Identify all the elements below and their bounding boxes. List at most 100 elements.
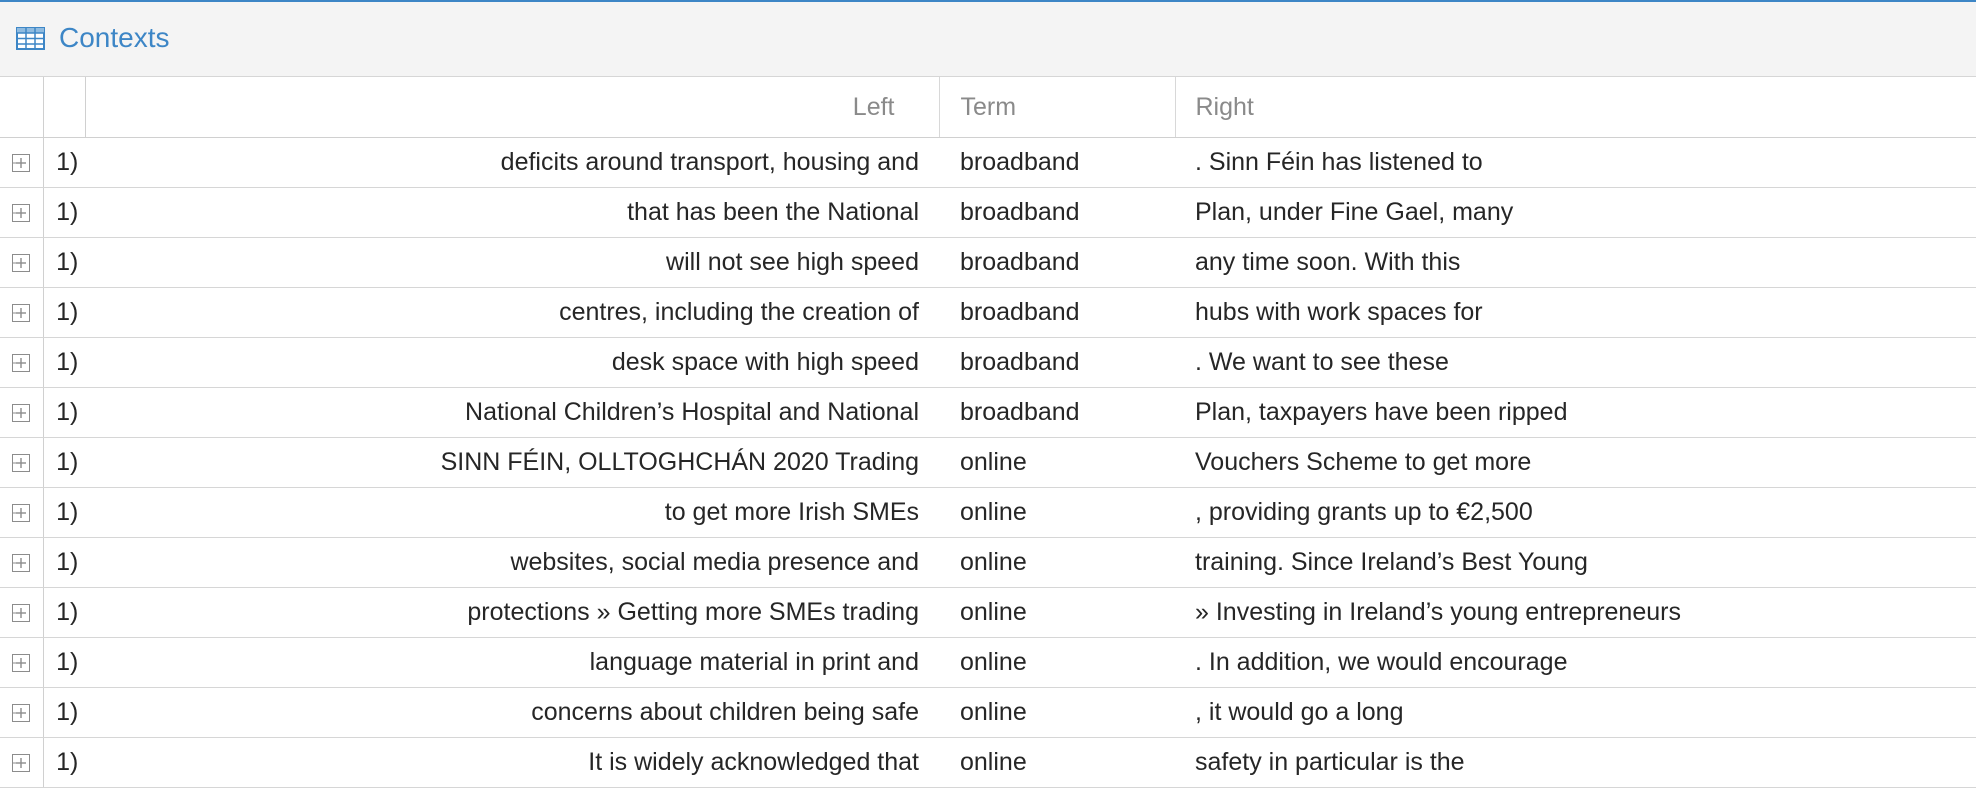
row-expand-cell[interactable]: [0, 537, 44, 588]
table-row[interactable]: 1) to get more Irish SMEs online, providin…: [0, 487, 1976, 538]
row-number: 1): [43, 337, 85, 388]
right-context: , providing grants up to €2,500: [1175, 487, 1976, 538]
right-context: training. Since Ireland’s Best Young: [1175, 537, 1976, 588]
contexts-panel: Contexts Left Term Right 1) deficits arou…: [0, 0, 1976, 790]
expand-icon[interactable]: [12, 554, 31, 573]
column-header-term[interactable]: Term: [939, 77, 1176, 138]
right-context: any time soon. With this: [1175, 237, 1976, 288]
table-row[interactable]: 1) websites, social media presence and onl…: [0, 537, 1976, 588]
row-expand-cell[interactable]: [0, 337, 44, 388]
row-number: 1): [43, 687, 85, 738]
left-context: will not see high speed: [85, 237, 939, 288]
column-header-left[interactable]: Left: [85, 77, 940, 138]
term-cell: online: [939, 687, 1175, 738]
row-expand-cell[interactable]: [0, 187, 44, 238]
left-context: National Children’s Hospital and Nationa…: [85, 387, 939, 438]
expand-icon[interactable]: [12, 354, 31, 373]
row-number: 1): [43, 637, 85, 688]
right-context: safety in particular is the: [1175, 737, 1976, 788]
expand-icon[interactable]: [12, 204, 31, 223]
left-context: language material in print and: [85, 637, 939, 688]
term-cell: online: [939, 587, 1175, 638]
right-context: Vouchers Scheme to get more: [1175, 437, 1976, 488]
term-cell: broadband: [939, 387, 1175, 438]
table-row[interactable]: 1) concerns about children being safe onli…: [0, 687, 1976, 738]
row-expand-cell[interactable]: [0, 587, 44, 638]
table-icon: [16, 27, 45, 50]
table-row[interactable]: 1) centres, including the creation of broa…: [0, 287, 1976, 338]
right-context: . Sinn Féin has listened to: [1175, 137, 1976, 188]
left-context: desk space with high speed: [85, 337, 939, 388]
term-cell: online: [939, 737, 1175, 788]
expand-icon[interactable]: [12, 154, 31, 173]
left-context: SINN FÉIN, OLLTOGHCHÁN 2020 Trading: [85, 437, 939, 488]
row-number: 1): [43, 437, 85, 488]
term-cell: broadband: [939, 187, 1175, 238]
left-context: It is widely acknowledged that: [85, 737, 939, 788]
row-expand-cell[interactable]: [0, 487, 44, 538]
row-number: 1): [43, 237, 85, 288]
row-number: 1): [43, 287, 85, 338]
left-context: deficits around transport, housing and: [85, 137, 939, 188]
row-expand-cell[interactable]: [0, 737, 44, 788]
panel-header: Contexts: [0, 2, 1976, 77]
term-cell: online: [939, 637, 1175, 688]
contexts-table: Left Term Right 1) deficits around transp…: [0, 77, 1976, 788]
row-number: 1): [43, 537, 85, 588]
row-number: 1): [43, 737, 85, 788]
expand-icon[interactable]: [12, 454, 31, 473]
term-cell: online: [939, 437, 1175, 488]
panel-title: Contexts: [59, 22, 170, 53]
expand-icon[interactable]: [12, 304, 31, 323]
column-header-right[interactable]: Right: [1175, 77, 1976, 138]
row-expand-cell[interactable]: [0, 387, 44, 438]
row-number: 1): [43, 137, 85, 188]
term-cell: broadband: [939, 337, 1175, 388]
row-expand-cell[interactable]: [0, 137, 44, 188]
row-number: 1): [43, 187, 85, 238]
table-row[interactable]: 1) will not see high speed broadband any ti…: [0, 237, 1976, 288]
left-context: concerns about children being safe: [85, 687, 939, 738]
row-number: 1): [43, 587, 85, 638]
right-context: . In addition, we would encourage: [1175, 637, 1976, 688]
row-expand-cell[interactable]: [0, 437, 44, 488]
right-context: Plan, under Fine Gael, many: [1175, 187, 1976, 238]
left-context: that has been the National: [85, 187, 939, 238]
column-header-number: [43, 77, 86, 138]
right-context: . We want to see these: [1175, 337, 1976, 388]
term-cell: online: [939, 537, 1175, 588]
column-header-expand: [0, 77, 44, 138]
expand-icon[interactable]: [12, 604, 31, 623]
table-row[interactable]: 1) language material in print and online. …: [0, 637, 1976, 688]
expand-icon[interactable]: [12, 254, 31, 273]
row-expand-cell[interactable]: [0, 287, 44, 338]
expand-icon[interactable]: [12, 704, 31, 723]
right-context: Plan, taxpayers have been ripped: [1175, 387, 1976, 438]
right-context: hubs with work spaces for: [1175, 287, 1976, 338]
table-row[interactable]: 1) protections » Getting more SMEs tradin…: [0, 587, 1976, 638]
right-context: , it would go a long: [1175, 687, 1976, 738]
term-cell: broadband: [939, 137, 1175, 188]
term-cell: online: [939, 487, 1175, 538]
row-number: 1): [43, 487, 85, 538]
expand-icon[interactable]: [12, 504, 31, 523]
table-body: 1) deficits around transport, housing and…: [0, 137, 1976, 788]
left-context: to get more Irish SMEs: [85, 487, 939, 538]
expand-icon[interactable]: [12, 654, 31, 673]
table-row[interactable]: 1) that has been the National broadband Pla…: [0, 187, 1976, 238]
row-expand-cell[interactable]: [0, 237, 44, 288]
table-header-row: Left Term Right: [0, 77, 1976, 138]
left-context: protections » Getting more SMEs trading: [85, 587, 939, 638]
table-row[interactable]: 1) National Children’s Hospital and Natio…: [0, 387, 1976, 438]
table-row[interactable]: 1) It is widely acknowledged that online sa…: [0, 737, 1976, 788]
row-expand-cell[interactable]: [0, 687, 44, 738]
table-row[interactable]: 1) deficits around transport, housing and…: [0, 137, 1976, 188]
right-context: » Investing in Ireland’s young entrepren…: [1175, 587, 1976, 638]
table-row[interactable]: 1) SINN FÉIN, OLLTOGHCHÁN 2020 Trading onl…: [0, 437, 1976, 488]
row-expand-cell[interactable]: [0, 637, 44, 688]
table-row[interactable]: 1) desk space with high speed broadband. W…: [0, 337, 1976, 388]
left-context: websites, social media presence and: [85, 537, 939, 588]
row-number: 1): [43, 387, 85, 438]
expand-icon[interactable]: [12, 404, 31, 423]
expand-icon[interactable]: [12, 754, 31, 773]
